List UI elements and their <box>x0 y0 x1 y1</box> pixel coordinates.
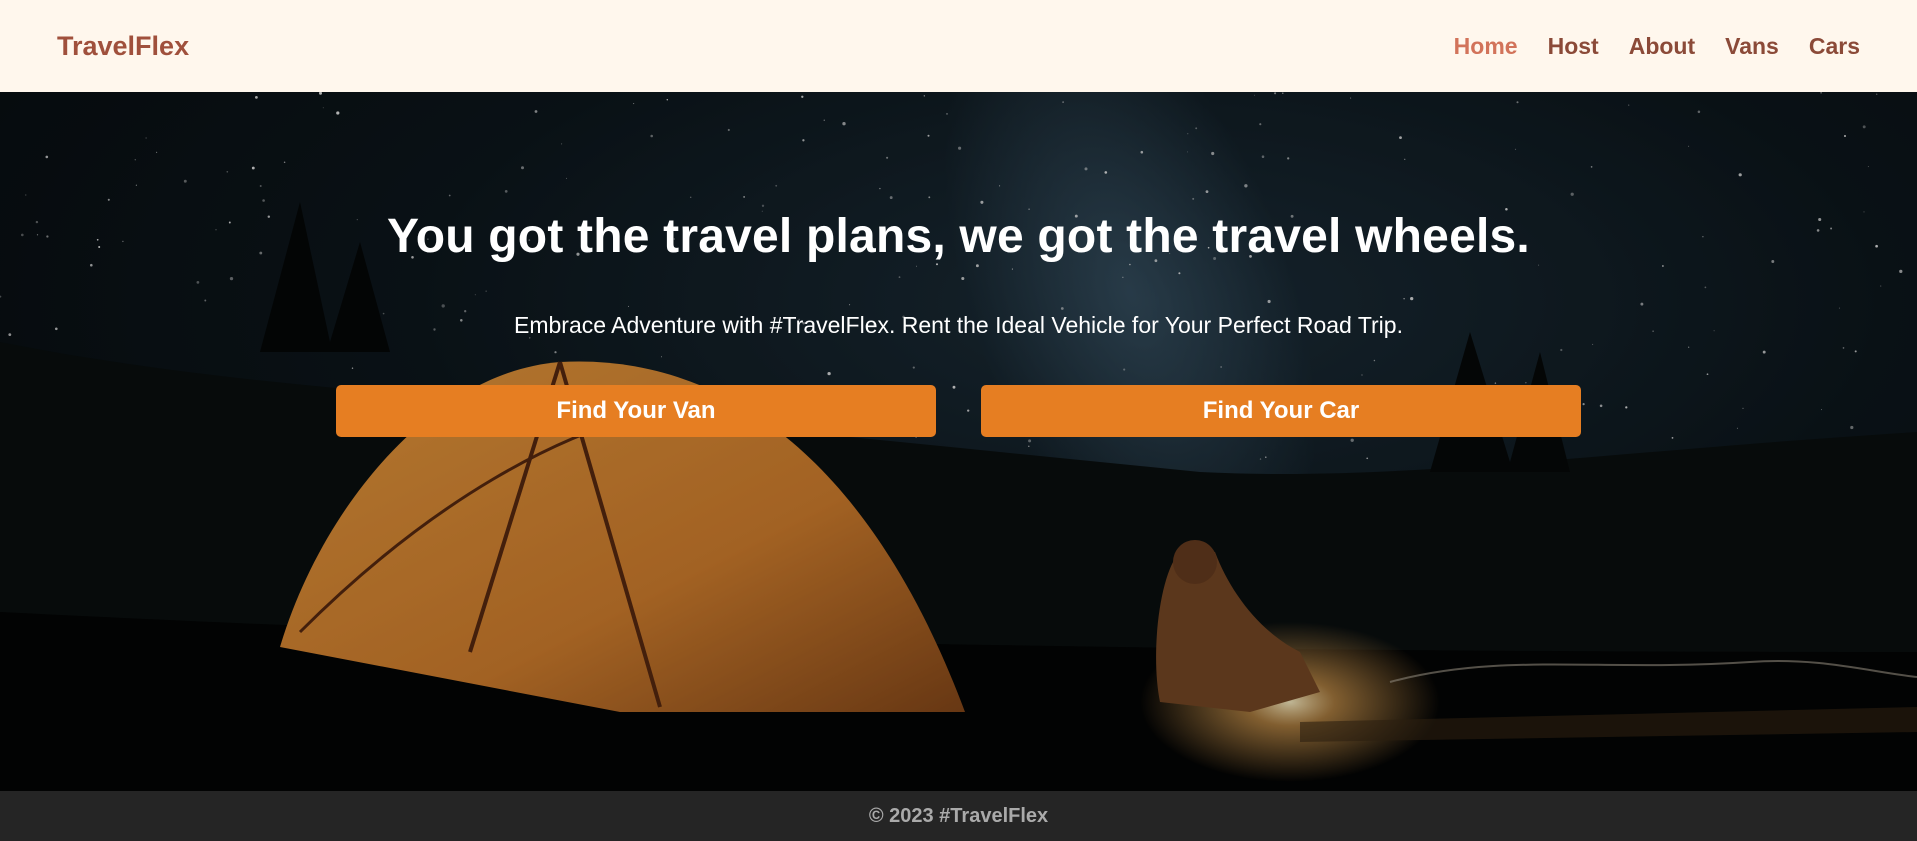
nav-link-cars[interactable]: Cars <box>1809 33 1860 60</box>
hero-section: You got the travel plans, we got the tra… <box>0 92 1917 791</box>
night-camping-background-image <box>0 92 1917 791</box>
nav-link-about[interactable]: About <box>1629 33 1695 60</box>
find-your-van-button[interactable]: Find Your Van <box>336 385 936 437</box>
nav-link-home[interactable]: Home <box>1454 33 1518 60</box>
hero-title: You got the travel plans, we got the tra… <box>387 210 1530 263</box>
site-footer: © 2023 #TravelFlex <box>0 791 1917 841</box>
find-your-car-button[interactable]: Find Your Car <box>981 385 1581 437</box>
brand-logo-link[interactable]: TravelFlex <box>57 31 189 62</box>
nav-link-vans[interactable]: Vans <box>1725 33 1779 60</box>
main-nav: Home Host About Vans Cars <box>1424 33 1860 60</box>
site-header: TravelFlex Home Host About Vans Cars <box>0 0 1917 92</box>
nav-link-host[interactable]: Host <box>1548 33 1599 60</box>
hero-subtitle: Embrace Adventure with #TravelFlex. Rent… <box>514 312 1403 338</box>
footer-copyright: © 2023 #TravelFlex <box>868 804 1049 827</box>
